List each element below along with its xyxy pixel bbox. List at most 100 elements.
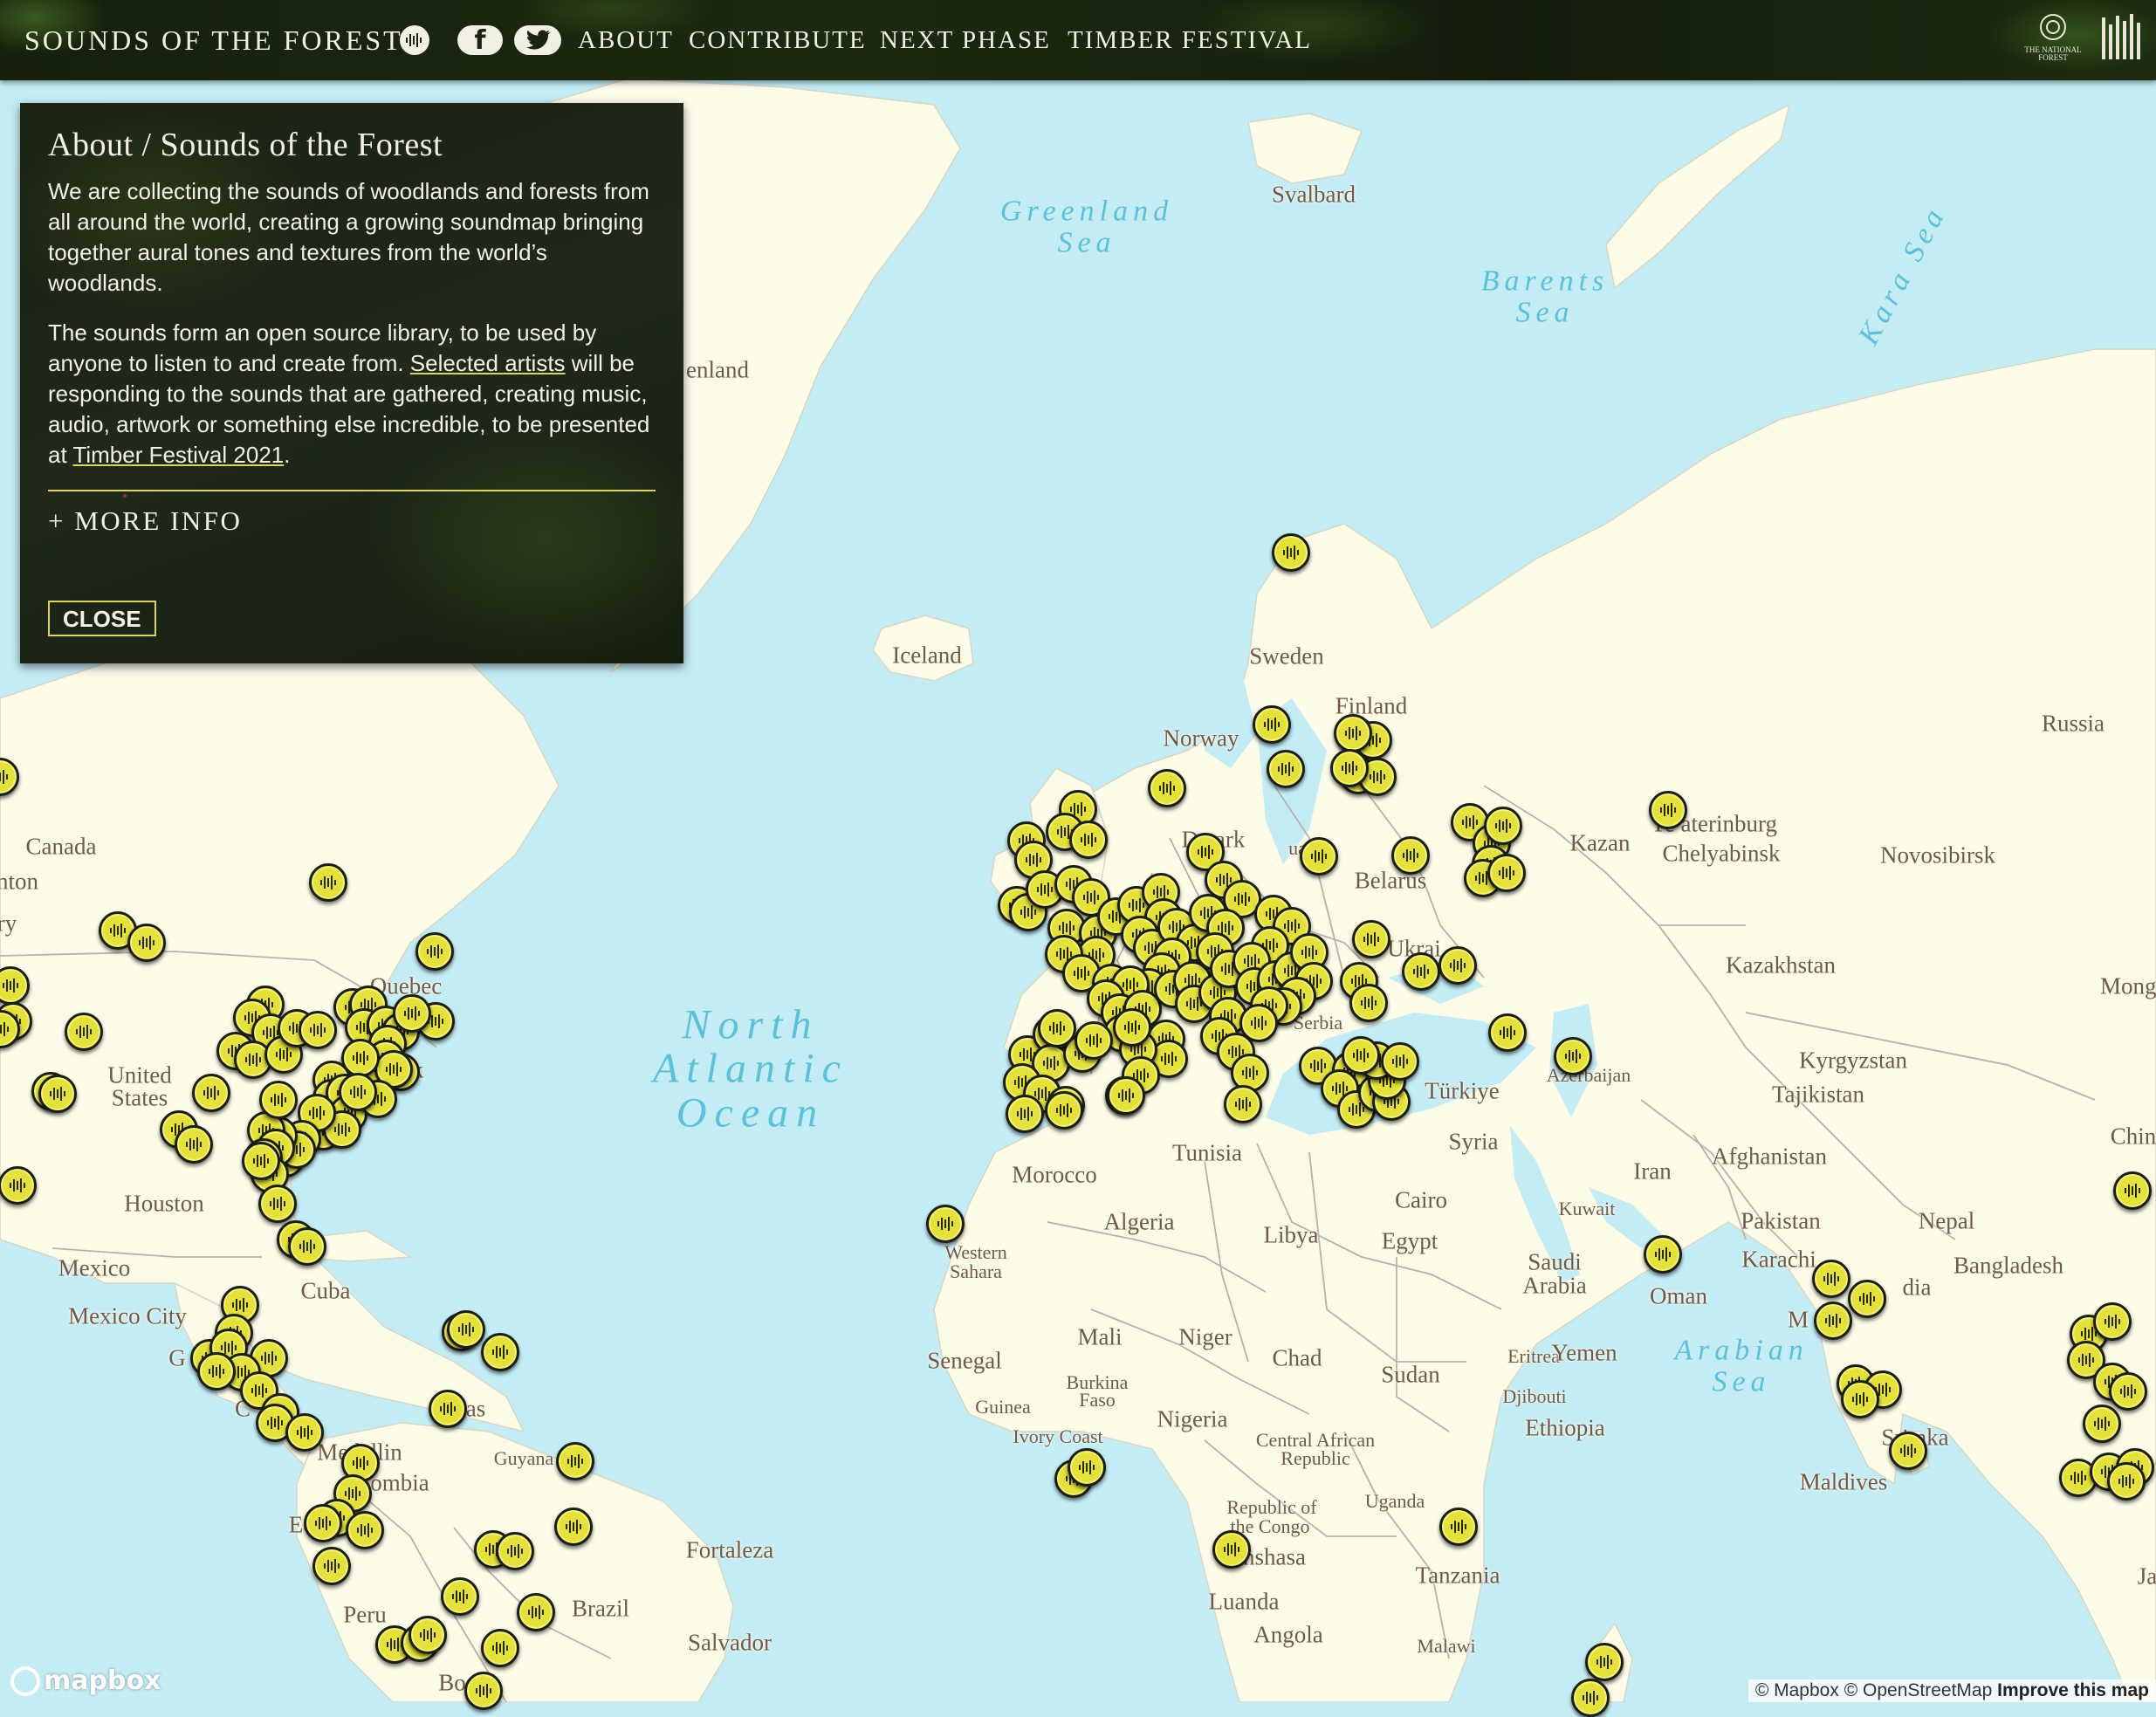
sound-marker-icon[interactable] — [346, 1511, 384, 1549]
attribution-osm[interactable]: © OpenStreetMap — [1844, 1680, 1993, 1700]
sound-marker-icon[interactable] — [1381, 1042, 1419, 1081]
sound-marker-icon[interactable] — [1075, 1021, 1113, 1060]
sound-marker-icon[interactable] — [242, 1142, 280, 1180]
sound-marker-icon[interactable] — [1068, 1448, 1106, 1487]
sound-marker-icon[interactable] — [0, 1166, 37, 1205]
sound-marker-icon[interactable] — [1224, 1085, 1262, 1123]
sound-marker-icon[interactable] — [926, 1205, 965, 1243]
place-label: Cairo — [1395, 1186, 1447, 1213]
sound-marker-icon[interactable] — [1107, 1076, 1145, 1115]
timber-logo[interactable] — [2095, 10, 2147, 69]
sound-marker-icon[interactable] — [554, 1508, 593, 1546]
sound-marker-icon[interactable] — [481, 1629, 519, 1667]
facebook-icon[interactable]: f — [457, 25, 503, 56]
place-label: Canada — [25, 833, 97, 860]
sound-marker-icon[interactable] — [1402, 952, 1440, 991]
sound-marker-icon[interactable] — [1006, 1095, 1044, 1133]
sound-marker-icon[interactable] — [1644, 1235, 1682, 1274]
sound-marker-icon[interactable] — [1571, 1679, 1610, 1717]
sound-marker-icon[interactable] — [2093, 1302, 2132, 1341]
about-panel: About / Sounds of the Forest We are coll… — [20, 103, 683, 663]
nav-contribute[interactable]: CONTRIBUTE — [689, 26, 867, 55]
sound-marker-icon[interactable] — [299, 1011, 337, 1049]
sound-marker-icon[interactable] — [1554, 1037, 1592, 1075]
sound-marker-icon[interactable] — [441, 1577, 479, 1616]
sound-marker-icon[interactable] — [258, 1185, 297, 1223]
sound-marker-icon[interactable] — [481, 1333, 519, 1371]
improve-map-link[interactable]: Improve this map — [1997, 1680, 2149, 1700]
sound-marker-icon[interactable] — [556, 1442, 594, 1480]
sound-marker-icon[interactable] — [197, 1352, 236, 1391]
sound-marker-icon[interactable] — [65, 1013, 103, 1051]
sound-marker-icon[interactable] — [1330, 749, 1369, 787]
nav-next-phase[interactable]: NEXT PHASE — [880, 26, 1051, 55]
place-label: Mexico — [58, 1254, 131, 1281]
sound-marker-icon[interactable] — [464, 1672, 503, 1710]
sound-marker-icon[interactable] — [1113, 1008, 1151, 1047]
soundmap-icon[interactable] — [400, 25, 429, 55]
close-button[interactable]: CLOSE — [48, 601, 156, 636]
sound-marker-icon[interactable] — [1272, 533, 1310, 572]
site-title[interactable]: SOUNDS OF THE FOREST — [24, 24, 403, 57]
sound-marker-icon[interactable] — [1045, 1091, 1083, 1130]
sound-marker-icon[interactable] — [415, 932, 454, 971]
sound-marker-icon[interactable] — [517, 1593, 555, 1631]
attribution-mapbox[interactable]: © Mapbox — [1755, 1680, 1839, 1700]
sound-marker-icon[interactable] — [2113, 1171, 2152, 1210]
sound-marker-icon[interactable] — [38, 1075, 77, 1113]
sound-marker-icon[interactable] — [309, 863, 347, 902]
nav-timber-festival[interactable]: TIMBER FESTIVAL — [1068, 26, 1312, 55]
place-label: Egypt — [1381, 1227, 1438, 1254]
sound-marker-icon[interactable] — [1212, 1530, 1251, 1569]
sound-marker-icon[interactable] — [1300, 837, 1338, 876]
sound-marker-icon[interactable] — [1342, 1036, 1380, 1075]
sound-marker-icon[interactable] — [496, 1532, 534, 1570]
selected-artists-link[interactable]: Selected artists — [410, 350, 566, 376]
sound-marker-icon[interactable] — [1349, 984, 1388, 1022]
twitter-icon[interactable] — [514, 25, 561, 55]
sound-marker-icon[interactable] — [1334, 714, 1372, 752]
sound-marker-icon[interactable] — [1253, 705, 1291, 744]
sound-marker-icon[interactable] — [393, 994, 431, 1033]
sound-marker-icon[interactable] — [1438, 946, 1477, 985]
sound-marker-icon[interactable] — [175, 1125, 213, 1164]
sound-marker-icon[interactable] — [339, 1073, 377, 1111]
sound-marker-icon[interactable] — [1267, 750, 1305, 788]
sound-marker-icon[interactable] — [429, 1390, 467, 1428]
sound-marker-icon[interactable] — [1889, 1432, 1927, 1470]
sound-marker-icon[interactable] — [1488, 1013, 1527, 1052]
nav-about[interactable]: ABOUT — [578, 26, 674, 55]
sound-marker-icon[interactable] — [285, 1413, 324, 1452]
sound-marker-icon[interactable] — [1148, 769, 1186, 807]
sound-marker-icon[interactable] — [1649, 791, 1687, 829]
sound-marker-icon[interactable] — [2109, 1372, 2147, 1411]
sound-marker-icon[interactable] — [259, 1081, 298, 1119]
sound-marker-icon[interactable] — [1484, 807, 1522, 845]
sound-marker-icon[interactable] — [2107, 1462, 2146, 1501]
sound-marker-icon[interactable] — [304, 1504, 342, 1542]
more-info-toggle[interactable]: + MORE INFO — [48, 505, 242, 537]
sound-marker-icon[interactable] — [1439, 1508, 1478, 1546]
sound-marker-icon[interactable] — [1848, 1280, 1886, 1318]
timber-festival-2021-link[interactable]: Timber Festival 2021 — [72, 442, 284, 468]
sound-marker-icon[interactable] — [1038, 1009, 1076, 1047]
sound-marker-icon[interactable] — [2083, 1405, 2121, 1443]
sound-marker-icon[interactable] — [1585, 1643, 1624, 1681]
sound-marker-icon[interactable] — [409, 1616, 447, 1654]
sound-marker-icon[interactable] — [1841, 1380, 1879, 1418]
sound-marker-icon[interactable] — [127, 924, 166, 962]
sound-marker-icon[interactable] — [1069, 821, 1108, 859]
sound-marker-icon[interactable] — [1812, 1260, 1850, 1298]
sound-marker-icon[interactable] — [288, 1227, 326, 1266]
sound-marker-icon[interactable] — [1391, 836, 1430, 875]
sound-marker-icon[interactable] — [1487, 854, 1526, 892]
site-header: SOUNDS OF THE FOREST f ABOUT CONTRIBUTE … — [0, 0, 2156, 80]
sound-marker-icon[interactable] — [312, 1547, 351, 1585]
sound-marker-icon[interactable] — [1814, 1301, 1852, 1340]
national-forest-logo[interactable]: THE NATIONAL FOREST — [2018, 12, 2088, 62]
place-label: Brazil — [572, 1595, 629, 1622]
sound-marker-icon[interactable] — [447, 1310, 485, 1349]
mapbox-logo[interactable]: mapbox — [10, 1665, 161, 1696]
sound-marker-icon[interactable] — [1352, 920, 1390, 958]
sound-marker-icon[interactable] — [192, 1074, 230, 1112]
